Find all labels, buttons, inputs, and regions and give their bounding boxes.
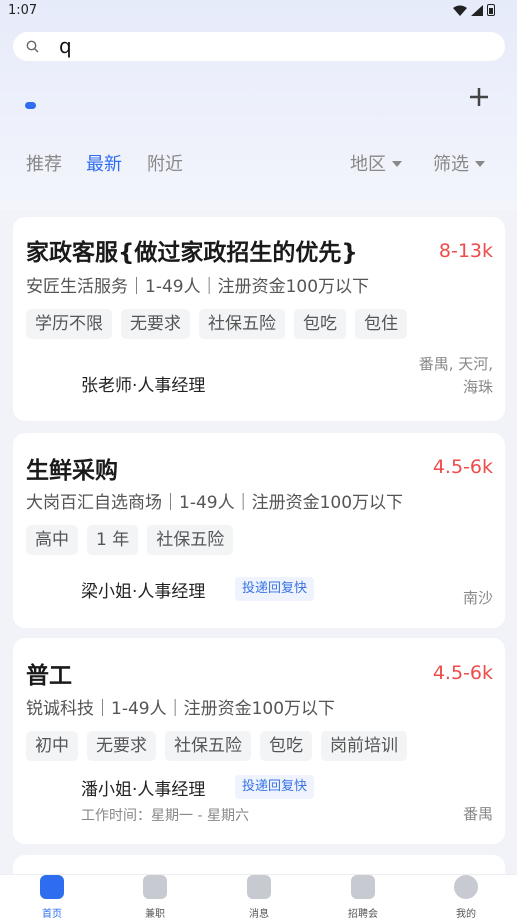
wifi-icon	[453, 5, 467, 16]
job-tag: 社保五险	[165, 731, 251, 761]
nav-job-fair[interactable]: 招聘会	[333, 875, 393, 919]
nav-label: 首页	[42, 909, 62, 919]
tab-nearby[interactable]: 附近	[147, 150, 183, 176]
tab-recommend[interactable]: 推荐	[26, 150, 62, 176]
job-card[interactable]: 普工 4.5-6k 锐诚科技｜1-49人｜注册资金100万以下 初中 无要求 社…	[13, 638, 505, 844]
add-icon[interactable]	[466, 84, 492, 110]
status-bar: 1:07	[0, 0, 517, 22]
job-salary: 8-13k	[438, 240, 493, 262]
nav-label: 招聘会	[348, 909, 378, 919]
region-dropdown[interactable]: 地区	[350, 150, 402, 176]
job-tags: 初中 无要求 社保五险 包吃 岗前培训	[26, 731, 407, 761]
status-icons	[453, 4, 495, 16]
nav-profile[interactable]: 我的	[436, 875, 496, 919]
job-location: 南沙	[462, 589, 493, 607]
nav-label: 我的	[456, 909, 476, 919]
filter-label: 筛选	[433, 154, 469, 175]
chevron-down-icon	[475, 161, 485, 167]
banner-indicator	[25, 102, 36, 109]
battery-icon	[487, 4, 495, 16]
job-tags: 高中 1 年 社保五险	[26, 525, 234, 555]
recruiter-name: 梁小姐·人事经理	[81, 582, 206, 602]
job-tag: 无要求	[87, 731, 156, 761]
company-info: 安匠生活服务｜1-49人｜注册资金100万以下	[26, 277, 370, 297]
fast-reply-badge: 投递回复快	[235, 577, 315, 601]
search-icon	[26, 40, 39, 53]
profile-icon	[454, 875, 478, 899]
filter-row: 推荐 最新 附近 地区 筛选	[0, 148, 517, 178]
filter-dropdown[interactable]: 筛选	[433, 150, 485, 176]
fast-reply-badge: 投递回复快	[235, 775, 315, 799]
nav-part-time[interactable]: 兼职	[125, 875, 185, 919]
job-title: 普工	[26, 663, 72, 689]
search-query[interactable]: q	[59, 34, 72, 58]
location-line: 海珠	[462, 378, 493, 396]
tab-latest[interactable]: 最新	[86, 150, 122, 176]
job-salary: 4.5-6k	[432, 456, 493, 478]
company-info: 大岗百汇自选商场｜1-49人｜注册资金100万以下	[26, 493, 404, 513]
status-time: 1:07	[8, 3, 38, 18]
job-salary: 4.5-6k	[432, 662, 493, 684]
job-tag: 包住	[355, 309, 407, 339]
job-title: 生鲜采购	[26, 458, 118, 484]
company-info: 锐诚科技｜1-49人｜注册资金100万以下	[26, 699, 336, 719]
job-tag: 1 年	[87, 525, 139, 555]
job-location: 番禺	[462, 805, 493, 823]
job-card[interactable]: 生鲜采购 4.5-6k 大岗百汇自选商场｜1-49人｜注册资金100万以下 高中…	[13, 433, 505, 628]
job-title: 家政客服{做过家政招生的优先}	[26, 240, 358, 266]
job-tag: 包吃	[294, 309, 346, 339]
nav-messages[interactable]: 消息	[229, 875, 289, 919]
clock-icon	[143, 875, 167, 899]
home-icon	[40, 875, 64, 899]
job-tag: 初中	[26, 731, 78, 761]
job-tag: 无要求	[121, 309, 190, 339]
recruiter-name: 张老师·人事经理	[81, 376, 206, 396]
job-tag: 社保五险	[147, 525, 234, 555]
job-tag: 高中	[26, 525, 78, 555]
nav-home[interactable]: 首页	[22, 875, 82, 919]
signal-icon	[471, 4, 483, 16]
job-tag: 岗前培训	[321, 731, 407, 761]
bottom-nav: 首页 兼职 消息 招聘会 我的	[0, 874, 517, 919]
chevron-down-icon	[392, 161, 402, 167]
job-tags: 学历不限 无要求 社保五险 包吃 包住	[26, 309, 407, 339]
job-tag: 社保五险	[199, 309, 285, 339]
job-fair-icon	[351, 875, 375, 899]
work-time: 工作时间：星期一 - 星期六	[81, 808, 249, 824]
job-tag: 学历不限	[26, 309, 112, 339]
message-icon	[247, 875, 271, 899]
recruiter-name: 潘小姐·人事经理	[81, 780, 206, 800]
job-location: 番禺, 天河, 海珠	[419, 353, 493, 399]
job-tag: 包吃	[260, 731, 312, 761]
nav-label: 兼职	[145, 909, 165, 919]
location-line: 番禺, 天河,	[418, 355, 493, 373]
search-input[interactable]: q	[13, 32, 505, 61]
nav-label: 消息	[249, 909, 269, 919]
job-card[interactable]: 家政客服{做过家政招生的优先} 8-13k 安匠生活服务｜1-49人｜注册资金1…	[13, 217, 505, 421]
region-label: 地区	[350, 154, 386, 175]
